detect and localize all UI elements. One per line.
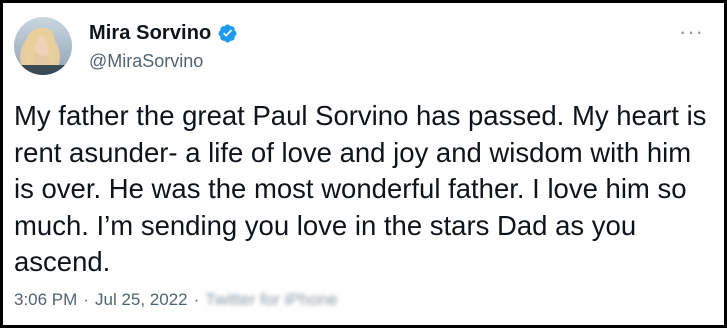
tweet-date[interactable]: Jul 25, 2022 xyxy=(95,290,188,310)
more-icon[interactable]: ··· xyxy=(679,21,704,43)
tweet-source[interactable]: Twitter for iPhone xyxy=(205,290,337,310)
author-display-name[interactable]: Mira Sorvino xyxy=(89,22,211,45)
avatar[interactable] xyxy=(14,17,72,75)
tweet-time[interactable]: 3:06 PM xyxy=(14,290,77,310)
meta-separator: · xyxy=(83,290,89,309)
tweet-card: Mira Sorvino @MiraSorvino ··· My father … xyxy=(3,3,724,325)
author-handle[interactable]: @MiraSorvino xyxy=(89,51,203,72)
author-name-row: Mira Sorvino xyxy=(89,22,238,45)
verified-badge-icon xyxy=(217,23,238,44)
meta-separator-2: · xyxy=(193,290,200,309)
tweet-metadata: 3:06 PM · Jul 25, 2022 · Twitter for iPh… xyxy=(14,290,338,310)
tweet-text: My father the great Paul Sorvino has pas… xyxy=(14,100,707,277)
